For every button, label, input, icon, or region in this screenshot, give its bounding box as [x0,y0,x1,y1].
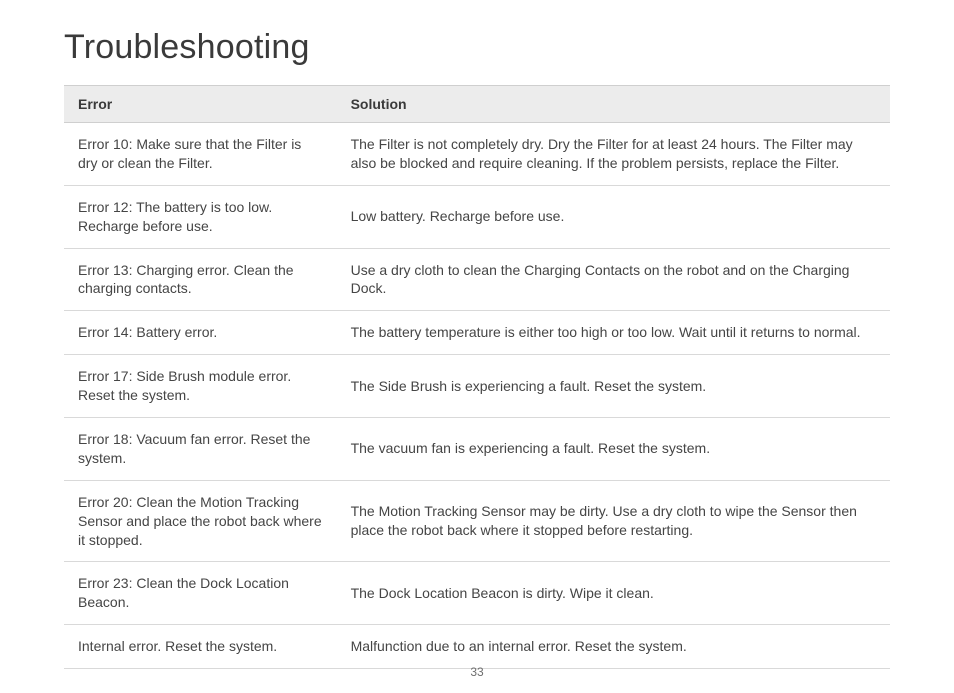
cell-error: Error 14: Battery error. [64,311,337,355]
cell-solution: Malfunction due to an internal error. Re… [337,625,890,669]
cell-error: Error 18: Vacuum fan error. Reset the sy… [64,418,337,481]
table-row: Error 10: Make sure that the Filter is d… [64,123,890,186]
troubleshooting-table: Error Solution Error 10: Make sure that … [64,85,890,669]
cell-solution: The Motion Tracking Sensor may be dirty.… [337,480,890,562]
table-row: Error 14: Battery error. The battery tem… [64,311,890,355]
cell-error: Error 20: Clean the Motion Tracking Sens… [64,480,337,562]
document-page: Troubleshooting Error Solution Error 10:… [0,0,954,693]
table-row: Error 17: Side Brush module error. Reset… [64,355,890,418]
cell-solution: The Side Brush is experiencing a fault. … [337,355,890,418]
cell-solution: The Dock Location Beacon is dirty. Wipe … [337,562,890,625]
cell-error: Error 17: Side Brush module error. Reset… [64,355,337,418]
cell-solution: The battery temperature is either too hi… [337,311,890,355]
cell-solution: The vacuum fan is experiencing a fault. … [337,418,890,481]
page-number: 33 [0,665,954,679]
table-row: Internal error. Reset the system. Malfun… [64,625,890,669]
table-row: Error 23: Clean the Dock Location Beacon… [64,562,890,625]
cell-error: Error 13: Charging error. Clean the char… [64,248,337,311]
table-row: Error 18: Vacuum fan error. Reset the sy… [64,418,890,481]
cell-error: Error 23: Clean the Dock Location Beacon… [64,562,337,625]
cell-solution: The Filter is not completely dry. Dry th… [337,123,890,186]
cell-error: Error 12: The battery is too low. Rechar… [64,185,337,248]
col-header-error: Error [64,86,337,123]
page-title: Troubleshooting [64,28,890,67]
cell-error: Error 10: Make sure that the Filter is d… [64,123,337,186]
table-row: Error 13: Charging error. Clean the char… [64,248,890,311]
table-row: Error 12: The battery is too low. Rechar… [64,185,890,248]
cell-solution: Use a dry cloth to clean the Charging Co… [337,248,890,311]
table-header-row: Error Solution [64,86,890,123]
table-row: Error 20: Clean the Motion Tracking Sens… [64,480,890,562]
cell-solution: Low battery. Recharge before use. [337,185,890,248]
col-header-solution: Solution [337,86,890,123]
cell-error: Internal error. Reset the system. [64,625,337,669]
